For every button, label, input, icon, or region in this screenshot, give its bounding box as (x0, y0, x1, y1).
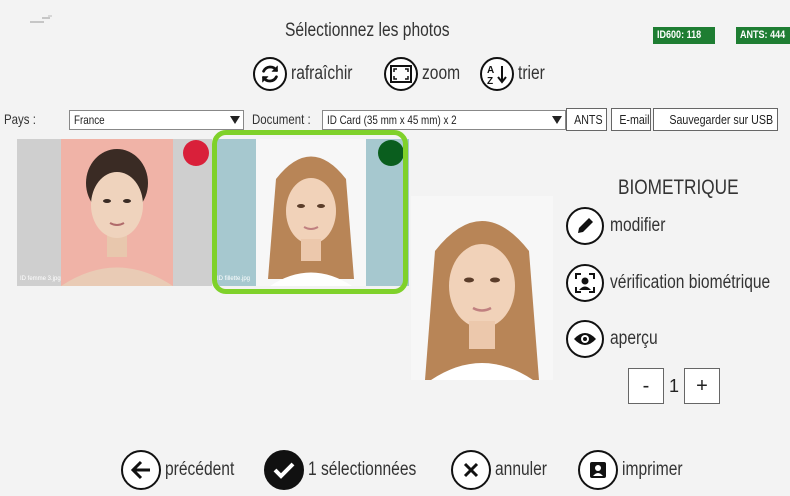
eye-icon (566, 320, 604, 358)
email-button[interactable]: E-mail (611, 108, 651, 131)
document-label: Document : (252, 111, 311, 127)
increment-button[interactable]: + (684, 368, 720, 404)
svg-text:Z: Z (487, 76, 493, 86)
ants-button[interactable]: ANTS (566, 108, 607, 131)
refresh-icon (253, 56, 287, 91)
status-dot-red (183, 140, 209, 166)
print-label: imprimer (622, 459, 683, 480)
document-select[interactable]: ID Card (35 mm x 45 mm) x 2 (322, 110, 566, 130)
zoom-button[interactable]: zoom (384, 55, 468, 92)
ants-counter-badge: ANTS: 444 (736, 27, 790, 44)
refresh-label: rafraîchir (291, 62, 353, 84)
edit-label: modifier (610, 215, 666, 236)
selected-count-label: 1 sélectionnées (308, 459, 417, 480)
chevron-down-icon (230, 116, 240, 124)
biometric-title: BIOMETRIQUE (618, 176, 739, 199)
sort-az-icon: AZ (480, 56, 514, 91)
chevron-down-icon (552, 116, 562, 124)
quantity-stepper: - 1 + (628, 368, 720, 404)
preview-button[interactable]: aperçu (566, 320, 668, 358)
edit-button[interactable]: modifier (566, 207, 678, 245)
zoom-icon (384, 56, 418, 91)
id600-counter-badge: ID600: 118 (653, 27, 715, 44)
selected-photo-preview (411, 196, 553, 380)
face-scan-icon (566, 264, 604, 302)
selection-highlight (212, 130, 408, 294)
sort-label: trier (518, 62, 545, 84)
pencil-icon (566, 207, 604, 245)
biometric-check-label: vérification biométrique (610, 272, 771, 293)
previous-button[interactable]: précédent (121, 447, 250, 493)
checkmark-icon (264, 450, 304, 490)
sort-button[interactable]: AZ trier (480, 55, 551, 92)
close-icon (451, 450, 491, 490)
print-photo-icon (578, 450, 618, 490)
decrement-button[interactable]: - (628, 368, 664, 404)
page-title: Sélectionnez les photos (285, 20, 450, 41)
biometric-check-button[interactable]: vérification biométrique (566, 264, 790, 302)
save-usb-button[interactable]: Sauvegarder sur USB (653, 108, 778, 131)
app-logo (30, 15, 52, 23)
zoom-label: zoom (422, 62, 461, 84)
photo-filename: ID femme 3.jpg (20, 276, 61, 282)
cancel-button[interactable]: annuler (451, 447, 558, 493)
country-label: Pays : (4, 111, 36, 127)
refresh-button[interactable]: rafraîchir (253, 55, 366, 92)
preview-label: aperçu (610, 328, 658, 349)
quantity-value: 1 (668, 375, 679, 396)
country-select[interactable]: France (69, 110, 244, 130)
woman-portrait-image (61, 149, 173, 286)
cancel-label: annuler (495, 459, 547, 480)
selected-count-button[interactable]: 1 sélectionnées (264, 447, 440, 493)
print-button[interactable]: imprimer (578, 447, 696, 493)
svg-text:A: A (487, 65, 494, 76)
arrow-left-icon (121, 450, 161, 490)
previous-label: précédent (165, 459, 235, 480)
photo-thumbnail[interactable]: ID femme 3.jpg (17, 139, 212, 286)
